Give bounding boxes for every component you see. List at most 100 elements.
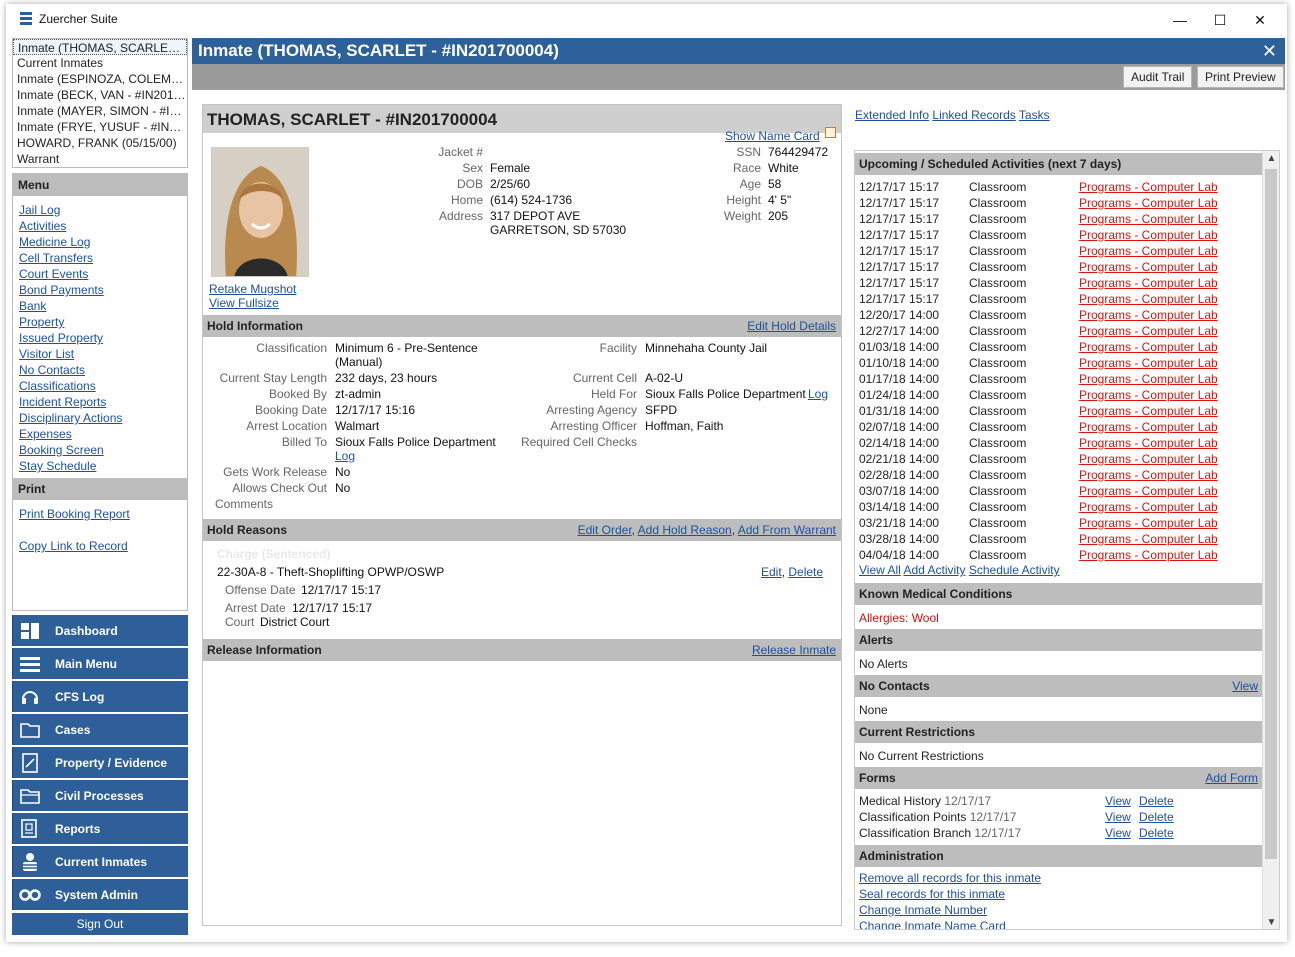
copy-link-to-record-link[interactable]: Copy Link to Record bbox=[19, 538, 187, 554]
schedule-activity-link[interactable]: Schedule Activity bbox=[969, 563, 1060, 577]
menu-link-bank[interactable]: Bank bbox=[19, 298, 187, 314]
nav-cases-button[interactable]: Cases bbox=[12, 714, 188, 745]
menu-link-expenses[interactable]: Expenses bbox=[19, 426, 187, 442]
view-all-activities-link[interactable]: View All bbox=[859, 563, 901, 577]
menu-link-disciplinary-actions[interactable]: Disciplinary Actions bbox=[19, 410, 187, 426]
window-close-icon[interactable]: ✕ bbox=[1240, 8, 1280, 32]
activity-program-link[interactable]: Programs - Computer Lab bbox=[1079, 483, 1218, 499]
menu-link-issued-property[interactable]: Issued Property bbox=[19, 330, 187, 346]
held-for-log-link[interactable]: Log bbox=[808, 387, 828, 401]
delete-charge-link[interactable]: Delete bbox=[788, 565, 823, 579]
add-from-warrant-link[interactable]: Add From Warrant bbox=[738, 523, 836, 537]
nav-current-inmates-button[interactable]: Current Inmates bbox=[12, 846, 188, 877]
view-fullsize-link[interactable]: View Fullsize bbox=[209, 296, 279, 310]
billed-to-log-link[interactable]: Log bbox=[335, 449, 355, 463]
release-inmate-link[interactable]: Release Inmate bbox=[752, 639, 836, 661]
add-hold-reason-link[interactable]: Add Hold Reason bbox=[638, 523, 732, 537]
activity-program-link[interactable]: Programs - Computer Lab bbox=[1079, 179, 1218, 195]
activity-program-link[interactable]: Programs - Computer Lab bbox=[1079, 515, 1218, 531]
activity-program-link[interactable]: Programs - Computer Lab bbox=[1079, 435, 1218, 451]
print-booking-report-link[interactable]: Print Booking Report bbox=[19, 506, 187, 522]
recent-item[interactable]: Inmate (FRYE, YUSUF - #IN201700005) bbox=[13, 119, 187, 135]
activity-program-link[interactable]: Programs - Computer Lab bbox=[1079, 355, 1218, 371]
activity-program-link[interactable]: Programs - Computer Lab bbox=[1079, 531, 1218, 547]
activity-program-link[interactable]: Programs - Computer Lab bbox=[1079, 451, 1218, 467]
view-form-link[interactable]: View bbox=[1105, 825, 1131, 841]
view-form-link[interactable]: View bbox=[1105, 793, 1131, 809]
menu-link-booking-screen[interactable]: Booking Screen bbox=[19, 442, 187, 458]
activity-program-link[interactable]: Programs - Computer Lab bbox=[1079, 419, 1218, 435]
mugshot-image[interactable] bbox=[211, 147, 309, 277]
tasks-link[interactable]: Tasks bbox=[1019, 108, 1050, 122]
delete-form-link[interactable]: Delete bbox=[1139, 793, 1174, 809]
menu-link-property[interactable]: Property bbox=[19, 314, 187, 330]
linked-records-link[interactable]: Linked Records bbox=[932, 108, 1015, 122]
audit-trail-button[interactable]: Audit Trail bbox=[1123, 66, 1193, 88]
activity-program-link[interactable]: Programs - Computer Lab bbox=[1079, 323, 1218, 339]
menu-link-classifications[interactable]: Classifications bbox=[19, 378, 187, 394]
edit-hold-details-link[interactable]: Edit Hold Details bbox=[747, 315, 836, 337]
scroll-down-icon[interactable]: ▼ bbox=[1263, 915, 1279, 929]
seal-records-link[interactable]: Seal records for this inmate bbox=[859, 887, 1005, 901]
summary-scrollbar[interactable]: ▲ ▼ bbox=[1262, 151, 1279, 929]
minimize-icon[interactable]: — bbox=[1160, 8, 1200, 32]
print-preview-button[interactable]: Print Preview bbox=[1197, 66, 1284, 88]
nav-system-admin-button[interactable]: System Admin bbox=[12, 879, 188, 910]
menu-link-court-events[interactable]: Court Events bbox=[19, 266, 187, 282]
delete-form-link[interactable]: Delete bbox=[1139, 825, 1174, 841]
scroll-up-icon[interactable]: ▲ bbox=[1263, 151, 1279, 167]
activity-program-link[interactable]: Programs - Computer Lab bbox=[1079, 547, 1218, 563]
activity-program-link[interactable]: Programs - Computer Lab bbox=[1079, 195, 1218, 211]
name-card-icon[interactable] bbox=[825, 127, 836, 138]
close-record-icon[interactable]: ✕ bbox=[1262, 38, 1277, 64]
menu-link-activities[interactable]: Activities bbox=[19, 218, 187, 234]
activity-program-link[interactable]: Programs - Computer Lab bbox=[1079, 499, 1218, 515]
nav-reports-button[interactable]: Reports bbox=[12, 813, 188, 844]
menu-link-incident-reports[interactable]: Incident Reports bbox=[19, 394, 187, 410]
activity-program-link[interactable]: Programs - Computer Lab bbox=[1079, 243, 1218, 259]
remove-records-link[interactable]: Remove all records for this inmate bbox=[859, 871, 1041, 885]
activity-program-link[interactable]: Programs - Computer Lab bbox=[1079, 307, 1218, 323]
recent-item[interactable]: Current Inmates bbox=[13, 55, 187, 71]
menu-link-no-contacts[interactable]: No Contacts bbox=[19, 362, 187, 378]
activity-program-link[interactable]: Programs - Computer Lab bbox=[1079, 387, 1218, 403]
activity-program-link[interactable]: Programs - Computer Lab bbox=[1079, 275, 1218, 291]
edit-charge-link[interactable]: Edit bbox=[761, 565, 782, 579]
edit-order-link[interactable]: Edit Order bbox=[578, 523, 632, 537]
maximize-icon[interactable]: ☐ bbox=[1200, 8, 1240, 32]
scroll-thumb[interactable] bbox=[1265, 169, 1277, 859]
nav-main-menu-button[interactable]: Main Menu bbox=[12, 648, 188, 679]
recent-item[interactable]: HOWARD, FRANK (05/15/00) bbox=[13, 135, 187, 151]
recent-item[interactable]: Inmate (BECK, VAN - #IN201700002) bbox=[13, 87, 187, 103]
extended-info-link[interactable]: Extended Info bbox=[855, 108, 929, 122]
recent-item[interactable]: Inmate (THOMAS, SCARLET - #IN201700004) bbox=[13, 39, 187, 55]
activity-program-link[interactable]: Programs - Computer Lab bbox=[1079, 467, 1218, 483]
add-form-link[interactable]: Add Form bbox=[1205, 767, 1258, 789]
change-inmate-number-link[interactable]: Change Inmate Number bbox=[859, 903, 987, 917]
view-no-contacts-link[interactable]: View bbox=[1232, 675, 1258, 697]
add-activity-link[interactable]: Add Activity bbox=[903, 563, 965, 577]
activity-program-link[interactable]: Programs - Computer Lab bbox=[1079, 259, 1218, 275]
activity-program-link[interactable]: Programs - Computer Lab bbox=[1079, 211, 1218, 227]
recent-item[interactable]: Inmate (MAYER, SIMON - #IN201700001) bbox=[13, 103, 187, 119]
sign-out-button[interactable]: Sign Out bbox=[12, 913, 188, 935]
nav-property-evidence-button[interactable]: Property / Evidence bbox=[12, 747, 188, 778]
change-name-card-link[interactable]: Change Inmate Name Card bbox=[859, 919, 1006, 929]
nav-civil-processes-button[interactable]: Civil Processes bbox=[12, 780, 188, 811]
menu-link-medicine-log[interactable]: Medicine Log bbox=[19, 234, 187, 250]
recent-item[interactable]: Inmate (ESPINOZA, COLEMAN - #IN201700003… bbox=[13, 71, 187, 87]
menu-link-visitor-list[interactable]: Visitor List bbox=[19, 346, 187, 362]
activity-program-link[interactable]: Programs - Computer Lab bbox=[1079, 403, 1218, 419]
nav-dashboard-button[interactable]: Dashboard bbox=[12, 615, 188, 646]
retake-mugshot-link[interactable]: Retake Mugshot bbox=[209, 282, 296, 296]
activity-program-link[interactable]: Programs - Computer Lab bbox=[1079, 371, 1218, 387]
activity-program-link[interactable]: Programs - Computer Lab bbox=[1079, 339, 1218, 355]
menu-link-bond-payments[interactable]: Bond Payments bbox=[19, 282, 187, 298]
nav-cfs-log-button[interactable]: CFS Log bbox=[12, 681, 188, 712]
activity-program-link[interactable]: Programs - Computer Lab bbox=[1079, 227, 1218, 243]
menu-link-cell-transfers[interactable]: Cell Transfers bbox=[19, 250, 187, 266]
menu-link-jail-log[interactable]: Jail Log bbox=[19, 202, 187, 218]
recent-item[interactable]: Warrant bbox=[13, 151, 187, 167]
view-form-link[interactable]: View bbox=[1105, 809, 1131, 825]
show-name-card-link[interactable]: Show Name Card bbox=[725, 129, 820, 143]
